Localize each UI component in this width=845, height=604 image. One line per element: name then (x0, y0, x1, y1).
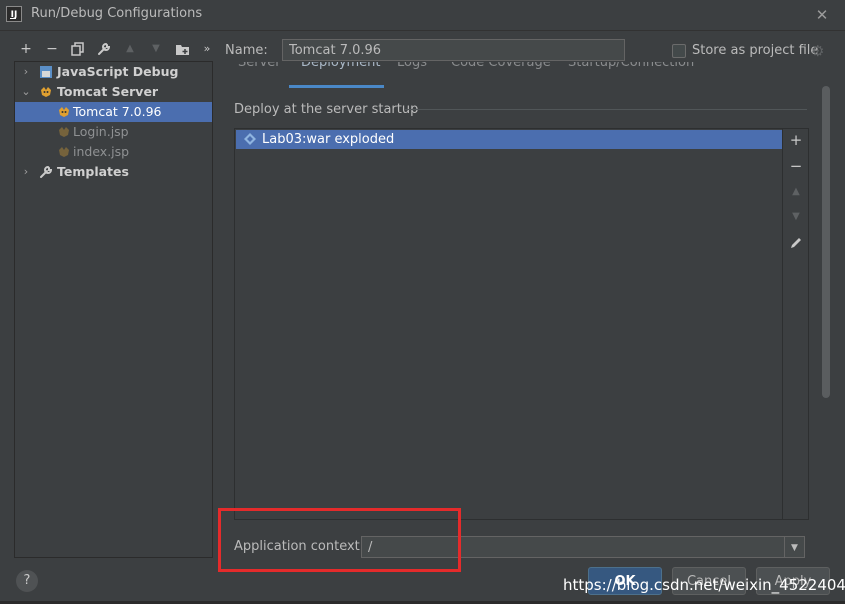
store-as-project-file-checkbox[interactable] (672, 44, 686, 58)
wrench-icon (40, 165, 53, 178)
tree-item-tomcat-7-0-96[interactable]: Tomcat 7.0.96 (15, 102, 212, 122)
folder-icon[interactable] (173, 40, 191, 58)
close-icon[interactable]: ✕ (813, 6, 831, 24)
tree-item-label: Tomcat Server (57, 84, 159, 99)
tree-item-javascript-debug[interactable]: › JavaScript Debug (15, 62, 212, 82)
wrench-icon[interactable] (95, 40, 113, 58)
tab-logs[interactable]: Logs (397, 62, 427, 70)
deploy-section-title: Deploy at the server startup (234, 102, 419, 117)
tab-code-coverage[interactable]: Code Coverage (451, 62, 551, 70)
annotation-highlight-box (218, 508, 461, 572)
remove-icon[interactable]: − (786, 156, 806, 176)
tree-item-label: Tomcat 7.0.96 (73, 104, 162, 119)
scrollbar-thumb[interactable] (822, 86, 830, 398)
copy-icon[interactable] (69, 40, 87, 58)
move-up-icon[interactable]: ▲ (786, 182, 806, 202)
deploy-artifact-list[interactable] (234, 128, 783, 520)
gear-icon[interactable]: ⚙ (811, 42, 824, 60)
move-down-icon[interactable]: ▼ (786, 207, 806, 227)
tree-item-login-jsp[interactable]: Login.jsp (15, 122, 212, 142)
name-input[interactable] (282, 39, 625, 61)
chevron-right-icon[interactable]: › (21, 162, 31, 182)
intellij-app-icon: IJ (6, 6, 22, 22)
store-as-project-file-label[interactable]: Store as project file (692, 43, 818, 58)
tree-item-label: Login.jsp (73, 124, 129, 139)
chevron-down-icon[interactable]: ▼ (785, 536, 805, 558)
section-divider (405, 109, 807, 110)
tree-item-index-jsp[interactable]: index.jsp (15, 142, 212, 162)
tree-item-label: Templates (57, 164, 129, 179)
tree-item-templates[interactable]: › Templates (15, 162, 212, 182)
tab-deployment[interactable]: Deployment (301, 62, 381, 70)
move-up-icon[interactable]: ▲ (121, 40, 139, 58)
tomcat-icon (41, 87, 51, 97)
javascript-debug-icon (40, 66, 52, 78)
help-button[interactable]: ? (16, 570, 38, 592)
more-icon[interactable]: » (198, 40, 216, 58)
active-tab-indicator (289, 85, 384, 88)
tree-item-tomcat-server[interactable]: ⌄ Tomcat Server (15, 82, 212, 102)
add-icon[interactable]: + (17, 40, 35, 58)
configuration-tree[interactable]: › JavaScript Debug ⌄ Tomcat Server Tomca… (14, 61, 213, 558)
tomcat-icon (59, 147, 69, 157)
add-icon[interactable]: + (786, 130, 806, 150)
tree-item-label: JavaScript Debug (57, 64, 179, 79)
title-bar: IJ Run/Debug Configurations ✕ (0, 0, 845, 31)
remove-icon[interactable]: − (43, 40, 61, 58)
artifact-label: Lab03:war exploded (262, 132, 395, 147)
window-title: Run/Debug Configurations (31, 6, 203, 21)
tomcat-icon (59, 127, 69, 137)
tab-startup-connection[interactable]: Startup/Connection (568, 62, 694, 70)
tomcat-icon (59, 107, 69, 117)
tree-item-label: index.jsp (73, 144, 130, 159)
name-label: Name: (225, 43, 268, 58)
chevron-down-icon[interactable]: ⌄ (21, 82, 31, 102)
tab-server[interactable]: Server (238, 62, 281, 70)
watermark-text: https://blog.csdn.net/weixin_45224046 (563, 576, 845, 594)
edit-icon[interactable] (786, 233, 806, 253)
artifact-icon (244, 133, 256, 145)
chevron-right-icon[interactable]: › (21, 62, 31, 82)
move-down-icon[interactable]: ▼ (147, 40, 165, 58)
